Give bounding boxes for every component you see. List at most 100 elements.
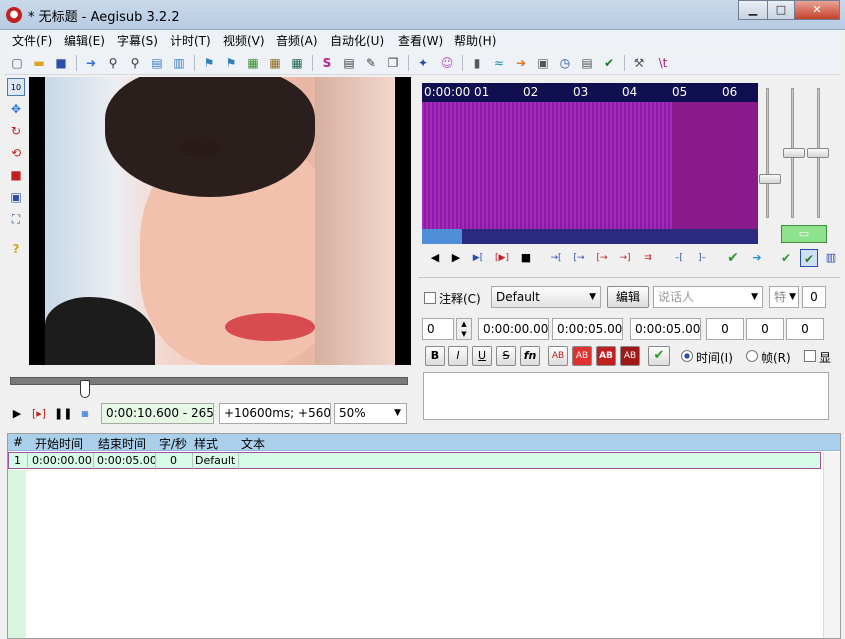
play-line-icon[interactable]: [▸]: [30, 405, 48, 423]
video-time-field[interactable]: 0:00:10.600 - 265: [101, 403, 214, 424]
translate-icon[interactable]: ➔: [512, 54, 530, 72]
duration-field[interactable]: 0:00:05.00: [630, 318, 701, 340]
zoom-in-icon[interactable]: ⚲: [104, 54, 122, 72]
stop-icon[interactable]: ■: [517, 249, 535, 267]
scale-tool-icon[interactable]: ■: [7, 166, 25, 184]
margin-vertical-field[interactable]: 0: [786, 318, 824, 340]
show-original-checkbox[interactable]: [804, 350, 816, 362]
video-seek-bar[interactable]: [10, 377, 408, 385]
film-strip-3-icon[interactable]: ▦: [288, 54, 306, 72]
play-after-icon[interactable]: →]: [616, 249, 634, 267]
audio-scrollbar[interactable]: [422, 229, 758, 244]
comment-checkbox[interactable]: [424, 292, 436, 304]
table-row[interactable]: 1 0:00:00.00 0:00:05.00 0 Default: [8, 452, 821, 470]
zoom-out-icon[interactable]: ⚲: [126, 54, 144, 72]
time-radio[interactable]: [681, 350, 693, 362]
stopwatch-icon[interactable]: ◷: [556, 54, 574, 72]
next-line-icon[interactable]: ▶: [447, 249, 465, 267]
layer-field[interactable]: 0: [422, 318, 454, 340]
rotate-z-tool-icon[interactable]: ↻: [7, 122, 25, 140]
commit-check-icon[interactable]: ✔: [648, 346, 670, 366]
video-close-icon[interactable]: ▥: [170, 54, 188, 72]
outline-color-button[interactable]: AB: [596, 346, 616, 366]
maximize-button[interactable]: □: [767, 0, 795, 20]
audio-volume-slider-thumb[interactable]: [807, 148, 829, 158]
italic-button[interactable]: I: [448, 346, 468, 366]
layer-field-right[interactable]: 0: [802, 286, 826, 308]
menu-file[interactable]: 文件(F): [12, 32, 52, 49]
grid-scrollbar[interactable]: [823, 452, 840, 638]
clip-tool-icon[interactable]: ▣: [7, 188, 25, 206]
underline-button[interactable]: U: [472, 346, 492, 366]
audio-waveform-display[interactable]: 0:00:00 01 02 03 04 05 06: [422, 83, 758, 244]
edit-style-button[interactable]: 编辑: [607, 286, 649, 308]
menu-automation[interactable]: 自动化(U): [330, 32, 384, 49]
audio-zoom-slider-track[interactable]: [766, 88, 769, 218]
shadow-color-button[interactable]: AB: [620, 346, 640, 366]
timing-icon[interactable]: ▮: [468, 54, 486, 72]
automation-icon[interactable]: ✦: [414, 54, 432, 72]
video-display[interactable]: [29, 77, 411, 365]
start-time-field[interactable]: 0:00:00.00: [478, 318, 549, 340]
rotate-xy-tool-icon[interactable]: ⟲: [7, 144, 25, 162]
avatar-icon[interactable]: ☺: [438, 54, 456, 72]
vector-clip-tool-icon[interactable]: ⛶: [7, 210, 25, 228]
audio-vzoom-slider-thumb[interactable]: [783, 148, 805, 158]
shift-times-icon[interactable]: ≈: [490, 54, 508, 72]
menu-help[interactable]: 帮助(H): [454, 32, 496, 49]
primary-color-button[interactable]: AB: [548, 346, 568, 366]
actor-combo[interactable]: 说话人 ▼: [653, 286, 763, 308]
margin-right-field[interactable]: 0: [746, 318, 784, 340]
tools-icon[interactable]: \t: [654, 54, 672, 72]
film-strip-2-icon[interactable]: ▦: [266, 54, 284, 72]
play-to-end-icon[interactable]: ⇉: [639, 249, 657, 267]
video-open-icon[interactable]: ▤: [148, 54, 166, 72]
play-selection-icon[interactable]: ▶[: [469, 249, 487, 267]
prev-line-icon[interactable]: ◀: [426, 249, 444, 267]
menu-subtitle[interactable]: 字幕(S): [117, 32, 158, 49]
layer-spin[interactable]: ▲ ▼: [456, 318, 472, 340]
audio-lock-toggle[interactable]: ▭: [781, 225, 827, 243]
aegisub-logo-icon[interactable]: ●: [6, 7, 22, 23]
fonts-icon[interactable]: ❐: [384, 54, 402, 72]
audio-zoom-slider-thumb[interactable]: [759, 174, 781, 184]
auto-next-icon[interactable]: ✔: [800, 249, 818, 267]
bold-button[interactable]: B: [425, 346, 445, 366]
commit-icon[interactable]: ✔: [724, 249, 742, 267]
close-button[interactable]: ✕: [794, 0, 840, 20]
menu-timing[interactable]: 计时(T): [170, 32, 211, 49]
jump-arrow-icon[interactable]: ➜: [82, 54, 100, 72]
audio-marker-icon[interactable]: ⚑: [222, 54, 240, 72]
minimize-button[interactable]: ▁: [738, 0, 768, 20]
menu-audio[interactable]: 音频(A): [276, 32, 318, 49]
new-file-icon[interactable]: ▢: [8, 54, 26, 72]
frame-radio[interactable]: [746, 350, 758, 362]
margin-left-field[interactable]: 0: [706, 318, 744, 340]
play-current-line-icon[interactable]: [▶]: [493, 249, 511, 267]
film-strip-icon[interactable]: ▦: [244, 54, 262, 72]
keyframe-marker-icon[interactable]: ⚑: [200, 54, 218, 72]
play-end-icon[interactable]: [→: [593, 249, 611, 267]
secondary-color-button[interactable]: AB: [572, 346, 592, 366]
go-to-icon[interactable]: ➜: [748, 249, 766, 267]
strikeout-button[interactable]: S: [496, 346, 516, 366]
effect-combo[interactable]: 特 ▼: [769, 286, 799, 308]
resample-icon[interactable]: ▣: [534, 54, 552, 72]
kanji-icon[interactable]: ▤: [578, 54, 596, 72]
options-icon[interactable]: ⚒: [630, 54, 648, 72]
style-select[interactable]: Default ▼: [491, 286, 601, 308]
standard-tool-icon[interactable]: 10: [7, 78, 25, 96]
auto-commit-icon[interactable]: ✔: [777, 249, 795, 267]
drag-tool-icon[interactable]: ✥: [7, 100, 25, 118]
menu-edit[interactable]: 编辑(E): [64, 32, 105, 49]
help-icon[interactable]: ?: [7, 240, 25, 258]
play-icon[interactable]: ▶: [8, 405, 26, 423]
subtitle-text-area[interactable]: [423, 372, 829, 420]
save-icon[interactable]: ■: [52, 54, 70, 72]
styles-s-icon[interactable]: S: [318, 54, 336, 72]
play-before-icon[interactable]: →[: [547, 249, 565, 267]
open-folder-icon[interactable]: ▬: [30, 54, 48, 72]
font-button[interactable]: fn: [520, 346, 540, 366]
lead-out-icon[interactable]: ]–: [693, 249, 711, 267]
video-zoom-select[interactable]: 50% ▼: [334, 403, 407, 424]
